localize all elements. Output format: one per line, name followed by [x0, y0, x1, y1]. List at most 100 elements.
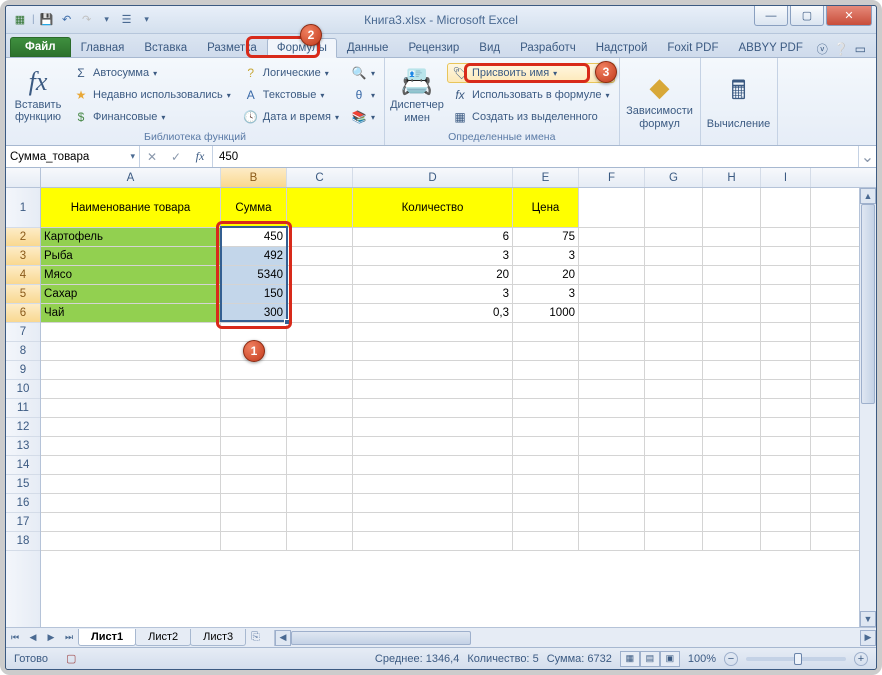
page-layout-view-button[interactable]: ▤: [640, 651, 660, 667]
cell[interactable]: [645, 247, 703, 265]
cell[interactable]: [513, 399, 579, 417]
row-header-5[interactable]: 5: [6, 285, 40, 304]
expand-formula-bar-button[interactable]: ⌄: [858, 146, 876, 167]
logical-button[interactable]: ?Логические ▾: [238, 63, 344, 83]
cell[interactable]: [761, 380, 811, 398]
cell[interactable]: [579, 380, 645, 398]
cell[interactable]: [41, 380, 221, 398]
cell[interactable]: [645, 380, 703, 398]
cell[interactable]: Наименование товара: [41, 188, 221, 227]
cell[interactable]: [703, 188, 761, 227]
cell[interactable]: 20: [513, 266, 579, 284]
save-icon[interactable]: 💾: [39, 12, 55, 28]
cell[interactable]: [287, 494, 353, 512]
col-header-i[interactable]: I: [761, 168, 811, 187]
cell[interactable]: [703, 494, 761, 512]
cell[interactable]: [41, 494, 221, 512]
cell[interactable]: [645, 456, 703, 474]
cell[interactable]: [221, 399, 287, 417]
sheet-nav-last[interactable]: ⏭: [60, 632, 78, 643]
zoom-out-button[interactable]: −: [724, 652, 738, 666]
cell[interactable]: [221, 475, 287, 493]
cell[interactable]: [703, 361, 761, 379]
cell[interactable]: [761, 323, 811, 341]
cell[interactable]: [645, 304, 703, 322]
cell[interactable]: [353, 494, 513, 512]
cell[interactable]: [513, 513, 579, 531]
cell[interactable]: [41, 399, 221, 417]
cell[interactable]: [703, 323, 761, 341]
cell[interactable]: 0,3: [353, 304, 513, 322]
cell[interactable]: 6: [353, 228, 513, 246]
cell[interactable]: [761, 532, 811, 550]
cell[interactable]: [513, 418, 579, 436]
tab-developer[interactable]: Разработч: [510, 38, 586, 57]
cell[interactable]: [579, 342, 645, 360]
cell[interactable]: [221, 361, 287, 379]
qat-more-icon[interactable]: ☰: [119, 12, 135, 28]
cell[interactable]: [287, 418, 353, 436]
cell[interactable]: [287, 361, 353, 379]
cell[interactable]: Сумма: [221, 188, 287, 227]
cell[interactable]: [579, 475, 645, 493]
cell[interactable]: [761, 342, 811, 360]
zoom-in-button[interactable]: +: [854, 652, 868, 666]
cell[interactable]: [513, 494, 579, 512]
cell[interactable]: 3: [353, 247, 513, 265]
tab-view[interactable]: Вид: [469, 38, 510, 57]
cell[interactable]: [41, 418, 221, 436]
cell[interactable]: [41, 323, 221, 341]
cell[interactable]: [513, 361, 579, 379]
cell[interactable]: [579, 494, 645, 512]
row-header-8[interactable]: 8: [6, 342, 40, 361]
cell[interactable]: [703, 228, 761, 246]
ribbon-options-icon[interactable]: ▭: [855, 42, 866, 56]
scroll-right-button[interactable]: ▶: [860, 630, 876, 646]
create-from-selection-button[interactable]: ▦Создать из выделенного: [447, 107, 615, 127]
cell[interactable]: 20: [353, 266, 513, 284]
recently-used-button[interactable]: ★Недавно использовались ▾: [68, 85, 236, 105]
help-icon[interactable]: ❔: [834, 42, 849, 56]
cell[interactable]: [353, 513, 513, 531]
cell[interactable]: [353, 323, 513, 341]
cell[interactable]: 1000: [513, 304, 579, 322]
cell[interactable]: [513, 456, 579, 474]
undo-icon[interactable]: ↶: [59, 12, 75, 28]
datetime-button[interactable]: 🕓Дата и время ▾: [238, 107, 344, 127]
cell[interactable]: [645, 323, 703, 341]
cell[interactable]: [287, 437, 353, 455]
cell[interactable]: [645, 532, 703, 550]
sheet-tab-1[interactable]: Лист1: [78, 629, 136, 646]
close-button[interactable]: ✕: [826, 6, 872, 26]
cell[interactable]: [761, 494, 811, 512]
cell[interactable]: [513, 380, 579, 398]
row-header-1[interactable]: 1: [6, 188, 40, 228]
cell[interactable]: Рыба: [41, 247, 221, 265]
cell[interactable]: [645, 475, 703, 493]
cell[interactable]: [703, 513, 761, 531]
cell[interactable]: [353, 380, 513, 398]
col-header-h[interactable]: H: [703, 168, 761, 187]
row-header-17[interactable]: 17: [6, 513, 40, 532]
cell[interactable]: [761, 513, 811, 531]
cell[interactable]: [703, 475, 761, 493]
cell[interactable]: [287, 247, 353, 265]
cell[interactable]: Мясо: [41, 266, 221, 284]
row-header-4[interactable]: 4: [6, 266, 40, 285]
cell[interactable]: [579, 361, 645, 379]
enter-formula-button[interactable]: ✓: [164, 150, 188, 164]
cell[interactable]: 3: [513, 247, 579, 265]
cell[interactable]: 5340: [221, 266, 287, 284]
cell[interactable]: [645, 228, 703, 246]
insert-function-button[interactable]: fx Вставить функцию: [10, 60, 66, 130]
cell[interactable]: [221, 532, 287, 550]
cell[interactable]: 75: [513, 228, 579, 246]
new-sheet-button[interactable]: ⎘: [245, 631, 266, 644]
tab-abbyy-pdf[interactable]: ABBYY PDF: [729, 38, 813, 57]
calculation-button[interactable]: 🖩 Вычисление: [705, 60, 773, 142]
cell[interactable]: [579, 266, 645, 284]
cell[interactable]: [703, 342, 761, 360]
cell[interactable]: [353, 475, 513, 493]
cell[interactable]: [353, 532, 513, 550]
cell[interactable]: [287, 188, 353, 227]
